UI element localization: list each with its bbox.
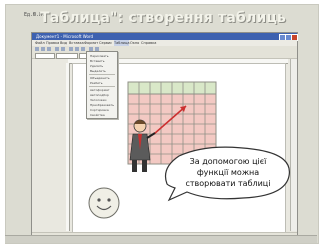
menu-item-headings[interactable]: Заголовки (90, 98, 114, 102)
menu-separator (89, 86, 115, 87)
menu-item-insert[interactable]: Вставить (90, 59, 114, 63)
smiley-icon (88, 187, 120, 219)
open-icon[interactable] (41, 47, 45, 51)
copy-icon[interactable] (75, 47, 79, 51)
paste-icon[interactable] (81, 47, 85, 51)
print-icon[interactable] (55, 47, 59, 51)
cut-icon[interactable] (69, 47, 73, 51)
menu-item-sort[interactable]: Сортировка (90, 108, 114, 112)
new-document-icon[interactable] (35, 47, 39, 51)
bubble-line-1: За допомогою цієї (189, 157, 267, 166)
bubble-line-3: створювати таблиці (185, 179, 271, 188)
menu-separator (89, 74, 115, 75)
menu-item-properties[interactable]: Свойства (90, 113, 114, 117)
menu-item-autoformat[interactable]: Автоформат (90, 88, 114, 92)
menu-item-merge[interactable]: Объединить (90, 76, 114, 80)
formatting-toolbar (32, 52, 297, 59)
bubble-line-2: функції можна (196, 168, 260, 177)
vertical-ruler (66, 63, 70, 231)
menu-item-delete[interactable]: Удалить (90, 64, 114, 68)
style-select[interactable] (35, 53, 55, 59)
save-icon[interactable] (47, 47, 51, 51)
window-titlebar: Документ1 - Microsoft Word (32, 33, 298, 41)
slide-title: Таблица": створення таблиць (40, 10, 287, 26)
table-menu-dropdown: Нарисовать Вставить Удалить Выделить Объ… (86, 51, 118, 119)
menu-item-select[interactable]: Выделить (90, 69, 114, 73)
window-title: Документ1 - Microsoft Word (36, 34, 94, 39)
menu-item-split[interactable]: Разбить (90, 81, 114, 85)
menu-item-autofit[interactable]: Автоподбор (90, 93, 114, 97)
slide: Ед.Ю.Л. Таблица": створення таблиць Доку… (0, 0, 322, 246)
windows-taskbar (5, 235, 317, 243)
menu-item-convert[interactable]: Преобразовать (90, 103, 114, 107)
menu-item-draw-table[interactable]: Нарисовать (90, 54, 114, 58)
preview-icon[interactable] (61, 47, 65, 51)
bubble-text: За допомогою цієї функції можна створюва… (166, 156, 290, 198)
